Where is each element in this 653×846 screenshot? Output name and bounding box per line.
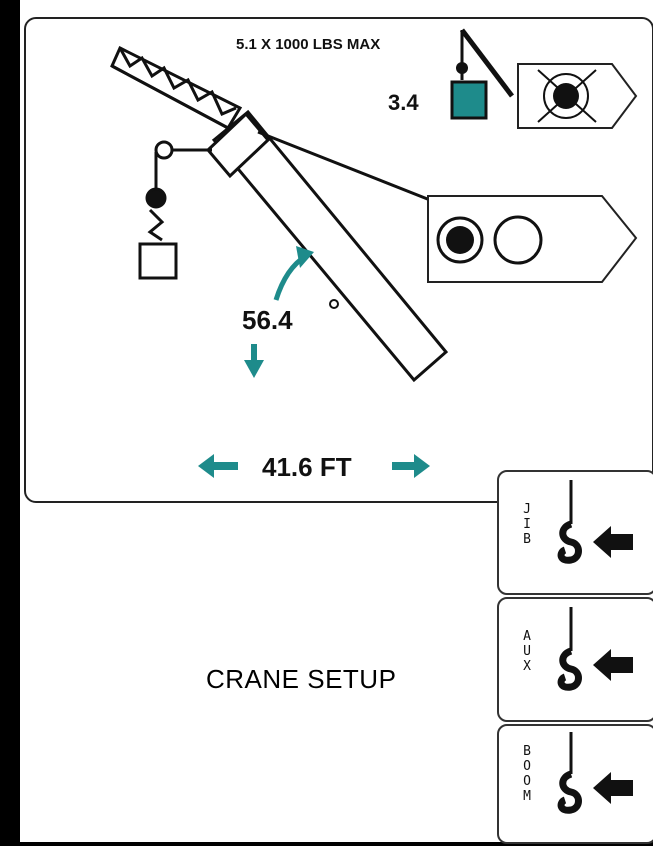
degree-symbol	[329, 299, 339, 309]
boom-hook-button[interactable]: B O O M	[497, 724, 653, 844]
aux-hook-load-icon	[450, 28, 514, 120]
radius-left-arrow-icon	[198, 454, 238, 478]
hook-load-value: 3.4	[388, 90, 419, 115]
aux-hook-button[interactable]: A U X	[497, 597, 653, 722]
radius-right-arrow-icon	[392, 454, 430, 478]
jib-lattice	[110, 45, 243, 130]
boom-angle-value: 56.4	[242, 305, 293, 335]
main-hook-assembly	[138, 140, 212, 280]
boom-arm	[205, 109, 449, 383]
radius-value: 41.6 FT	[262, 452, 352, 482]
hook-icon	[557, 732, 633, 814]
hook-icon	[557, 607, 633, 691]
hook-icon	[557, 480, 633, 564]
light-off-icon	[517, 63, 638, 129]
down-arrow-icon	[244, 344, 264, 378]
jib-hook-button[interactable]: J I B	[497, 470, 653, 595]
boom-angle-arrow	[273, 246, 314, 301]
twin-light-icon	[427, 195, 638, 283]
max-load-label: 5.1 X 1000 LBS MAX	[236, 36, 381, 53]
screen-title: CRANE SETUP	[206, 664, 397, 694]
